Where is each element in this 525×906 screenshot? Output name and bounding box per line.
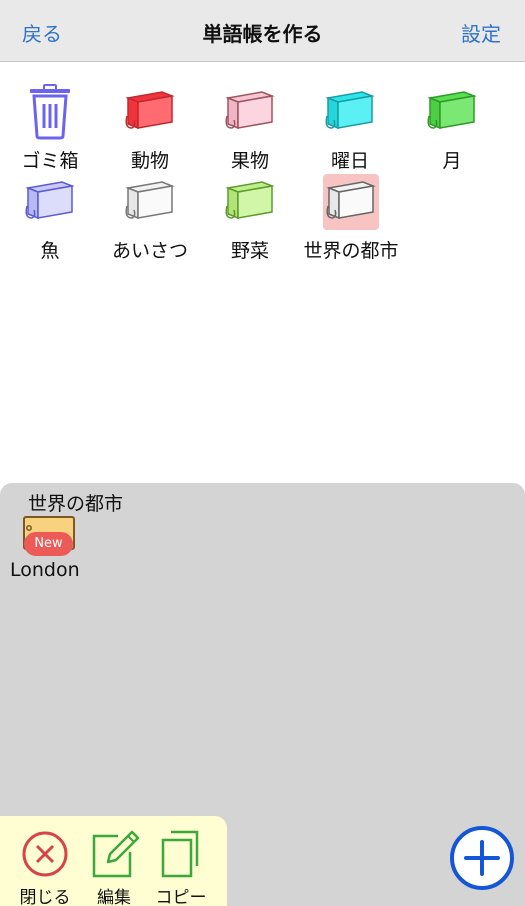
new-badge: New — [24, 532, 73, 556]
deck-label: 世界の都市 — [303, 240, 399, 262]
card-item-london[interactable]: New London — [8, 515, 88, 585]
action-toolbar: 閉じる 編集 コピー — [0, 816, 227, 906]
close-button[interactable]: 閉じる — [9, 826, 81, 906]
settings-button[interactable]: 設定 — [461, 18, 501, 47]
add-button[interactable] — [449, 825, 515, 891]
copy-button[interactable]: コピー — [145, 826, 217, 906]
card-deck-icon — [322, 84, 378, 140]
edit-icon — [92, 830, 140, 878]
deck-item-months[interactable]: 月 — [402, 84, 502, 172]
edit-label: 編集 — [97, 888, 131, 906]
card-deck-icon — [122, 174, 178, 230]
panel-title: 世界の都市 — [28, 493, 124, 515]
deck-item-world-cities[interactable]: 世界の都市 — [301, 174, 401, 262]
navigation-bar: 戻る 単語帳を作る 設定 — [0, 0, 525, 62]
page-title: 単語帳を作る — [202, 22, 323, 46]
card-label: London — [10, 559, 80, 581]
card-deck-icon — [22, 174, 78, 230]
copy-label: コピー — [155, 888, 207, 906]
plus-icon — [450, 826, 514, 890]
edit-button[interactable]: 編集 — [78, 826, 150, 906]
trash-icon — [22, 84, 78, 140]
close-label: 閉じる — [19, 888, 71, 906]
card-deck-icon — [122, 84, 178, 140]
back-button[interactable]: 戻る — [22, 18, 62, 47]
close-icon — [22, 831, 68, 877]
card-deck-icon — [222, 174, 278, 230]
card-deck-icon — [222, 84, 278, 140]
card-deck-icon — [323, 174, 379, 230]
deck-label: 月 — [442, 150, 462, 172]
copy-icon — [161, 830, 199, 878]
card-deck-icon — [424, 84, 480, 140]
